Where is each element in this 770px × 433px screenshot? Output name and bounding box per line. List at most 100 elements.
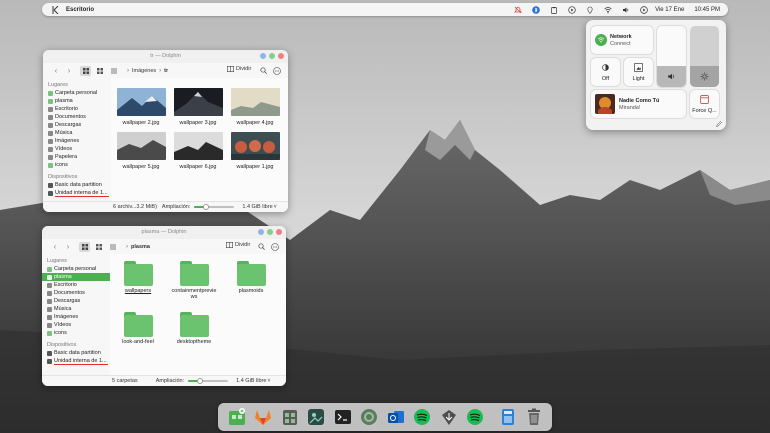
clipboard-icon[interactable] [545, 3, 563, 16]
wifi-icon[interactable] [599, 3, 617, 16]
folder-item[interactable]: wallpapers [112, 261, 164, 294]
sidebar-item-pictures[interactable]: Imágenes [42, 313, 110, 321]
volume-icon[interactable] [617, 3, 635, 16]
minimize-button[interactable] [260, 53, 266, 59]
theme-toggle[interactable]: Light [624, 58, 653, 86]
file-item[interactable]: wallpaper 2.jpg [116, 88, 166, 126]
folder-item[interactable]: plasmoids [225, 261, 277, 294]
dock-item-spotify-2[interactable] [465, 407, 486, 428]
dock-item-add-apps[interactable] [226, 407, 247, 428]
sidebar-item-music[interactable]: Música [43, 129, 111, 137]
file-item[interactable]: wallpaper 3.jpg [173, 88, 223, 126]
dock-item-terminal-preview[interactable] [306, 407, 327, 428]
folder-item[interactable]: desktoptheme [168, 312, 220, 345]
forward-arrow-icon[interactable]: › [63, 242, 73, 252]
sidebar-item-desktop[interactable]: Escritorio [43, 105, 111, 113]
window-titlebar[interactable]: plasma — Dolphin [42, 226, 286, 239]
dock-item-downloader[interactable] [438, 407, 459, 428]
details-view-button[interactable] [108, 66, 119, 76]
control-center-icon[interactable] [635, 3, 653, 16]
dock-item-spotify[interactable] [412, 407, 433, 428]
sidebar-item-icons[interactable]: icons [43, 161, 111, 169]
icons-view-button[interactable] [80, 65, 91, 76]
sidebar-item-documents[interactable]: Documentos [42, 289, 110, 297]
free-space[interactable]: 1.4 GiB libre [236, 378, 266, 384]
sidebar-item-downloads[interactable]: Descargas [43, 121, 111, 129]
panel-date[interactable]: Vie 17 Ene [655, 7, 684, 13]
back-arrow-icon[interactable]: ‹ [50, 242, 60, 252]
notifications-off-icon[interactable] [509, 3, 527, 16]
split-button[interactable]: Dividir [227, 66, 251, 72]
icons-view-button[interactable] [79, 241, 90, 252]
breadcrumb-item[interactable]: plasma [131, 244, 150, 250]
sidebar-item-basic-partition[interactable]: Basic data partition [43, 181, 111, 189]
sidebar-item-home[interactable]: Carpeta personal [43, 89, 111, 97]
maximize-button[interactable] [267, 229, 273, 235]
night-light-toggle[interactable]: Off [591, 58, 620, 86]
zoom-slider-handle[interactable] [197, 378, 204, 384]
breadcrumb-item[interactable]: tr [164, 68, 168, 74]
sidebar-item-videos[interactable]: Vídeos [42, 321, 110, 329]
dock-item-package-store[interactable] [279, 407, 300, 428]
file-item[interactable]: wallpaper 4.jpg [230, 88, 280, 126]
sidebar-item-videos[interactable]: Vídeos [43, 145, 111, 153]
sidebar-item-downloads[interactable]: Descargas [42, 297, 110, 305]
back-arrow-icon[interactable]: ‹ [51, 66, 61, 76]
forward-arrow-icon[interactable]: › [64, 66, 74, 76]
close-button[interactable] [276, 229, 282, 235]
sidebar-item-internal-drive[interactable]: Unidad interna de 1... [43, 189, 111, 197]
brightness-slider[interactable] [690, 26, 719, 87]
file-item[interactable]: wallpaper 5.jpg [116, 132, 166, 170]
sidebar-item-desktop[interactable]: Escritorio [42, 281, 110, 289]
media-play-icon[interactable] [563, 3, 581, 16]
compact-view-button[interactable] [93, 242, 104, 252]
search-icon[interactable] [259, 66, 268, 75]
file-item[interactable]: wallpaper 6.jpg [173, 132, 223, 170]
force-quit-tile[interactable]: Force Q... [690, 90, 719, 118]
media-player-tile[interactable]: Nadie Como Tú Miranda! [591, 90, 686, 118]
chevron-down-icon[interactable]: ˅ [267, 378, 270, 384]
location-icon[interactable] [581, 3, 599, 16]
window-titlebar[interactable]: tr — Dolphin [43, 50, 288, 63]
sidebar-item-documents[interactable]: Documentos [43, 113, 111, 121]
zoom-slider[interactable] [188, 378, 229, 384]
bluetooth-icon[interactable] [527, 3, 545, 16]
breadcrumb-item[interactable]: Imágenes [132, 68, 156, 74]
maximize-button[interactable] [269, 53, 275, 59]
file-item[interactable]: wallpaper 1.jpg [230, 132, 280, 170]
folder-item[interactable]: containmentpreviews [168, 261, 220, 300]
panel-clock[interactable]: 10:45 PM [694, 7, 720, 13]
search-icon[interactable] [257, 242, 266, 251]
zoom-slider-handle[interactable] [203, 204, 210, 210]
sidebar-item-home[interactable]: Carpeta personal [42, 265, 110, 273]
dock-item-calculator[interactable] [497, 407, 518, 428]
zoom-slider[interactable] [194, 204, 235, 210]
folder-item[interactable]: look-and-feel [112, 312, 164, 345]
chevron-down-icon[interactable]: ˅ [274, 204, 277, 210]
sidebar-item-pictures[interactable]: Imágenes [43, 137, 111, 145]
sidebar-item-icons[interactable]: icons [42, 329, 110, 337]
compact-view-button[interactable] [94, 66, 105, 76]
dock-item-gitlab[interactable] [253, 407, 274, 428]
details-view-button[interactable] [107, 242, 118, 252]
dock-item-outlook[interactable] [385, 407, 406, 428]
close-button[interactable] [278, 53, 284, 59]
free-space[interactable]: 1.4 GiB libre [242, 204, 272, 210]
sidebar-item-trash[interactable]: Papelera [43, 153, 111, 161]
dock-item-terminal[interactable] [332, 407, 353, 428]
split-button[interactable]: Dividir [226, 242, 250, 248]
sidebar-item-plasma[interactable]: plasma [43, 97, 111, 105]
minimize-button[interactable] [258, 229, 264, 235]
menu-icon[interactable] [270, 242, 279, 251]
sidebar-item-plasma[interactable]: plasma [42, 273, 110, 281]
dock-item-trash[interactable] [524, 407, 545, 428]
edit-pencil-icon[interactable] [716, 121, 722, 127]
network-tile[interactable]: Network Connect [591, 26, 653, 54]
app-launcher-button[interactable] [48, 3, 62, 16]
volume-slider[interactable] [657, 26, 686, 87]
sidebar-item-music[interactable]: Música [42, 305, 110, 313]
dock-item-chrome[interactable] [359, 407, 380, 428]
sidebar-item-internal-drive[interactable]: Unidad interna de 1... [42, 357, 110, 365]
sidebar-item-basic-partition[interactable]: Basic data partition [42, 349, 110, 357]
menu-icon[interactable] [272, 66, 281, 75]
